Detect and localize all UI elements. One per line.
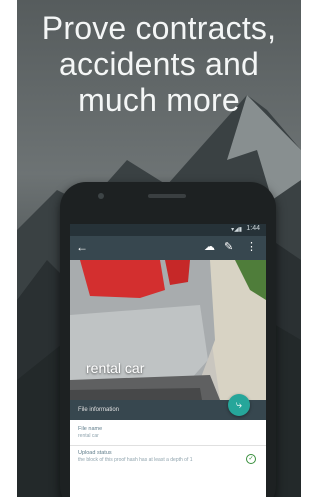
share-icon: ⤷ — [235, 399, 243, 411]
status-bar: ▾◢▮ 1:44 — [70, 224, 266, 236]
car-photo — [70, 260, 266, 400]
app-bar: ← ☁ ✎ ⋮ — [70, 236, 266, 260]
edit-icon[interactable]: ✎ — [224, 240, 233, 253]
photo-caption: rental car — [86, 360, 145, 376]
photo-preview[interactable]: rental car — [70, 260, 266, 400]
file-name-label: File name — [78, 426, 103, 432]
phone-mockup: ▾◢▮ 1:44 ← ☁ ✎ ⋮ rental car File informa… — [60, 182, 276, 497]
check-circle-icon: ✓ — [246, 454, 256, 464]
headline-line-2: accidents and — [58, 46, 260, 82]
earpiece — [148, 194, 186, 198]
headline: Prove contracts, accidents and much more — [17, 10, 301, 118]
upload-status-label: Upload status — [78, 450, 112, 456]
more-vert-icon[interactable]: ⋮ — [246, 240, 257, 253]
cloud-upload-icon[interactable]: ☁ — [204, 240, 215, 253]
file-name-value: rental car — [78, 433, 99, 439]
headline-line-1: Prove contracts, — [41, 10, 277, 46]
camera-icon — [98, 193, 104, 199]
status-time: 1:44 — [246, 225, 260, 232]
screenshot: Prove contracts, accidents and much more… — [0, 0, 308, 497]
arrow-back-icon[interactable]: ← — [76, 240, 88, 254]
signal-icon: ▾◢▮ — [231, 227, 242, 233]
file-name-field: File name rental car — [78, 426, 258, 439]
file-information-title: File information — [78, 407, 120, 413]
upload-status-field: Upload status the block of this proof ha… — [78, 450, 258, 463]
phone-screen: ▾◢▮ 1:44 ← ☁ ✎ ⋮ rental car File informa… — [70, 224, 266, 497]
upload-status-value: the block of this proof hash has at leas… — [78, 457, 193, 463]
share-button[interactable]: ⤷ — [228, 394, 250, 416]
divider — [70, 445, 266, 446]
headline-line-3: much more — [78, 82, 240, 118]
